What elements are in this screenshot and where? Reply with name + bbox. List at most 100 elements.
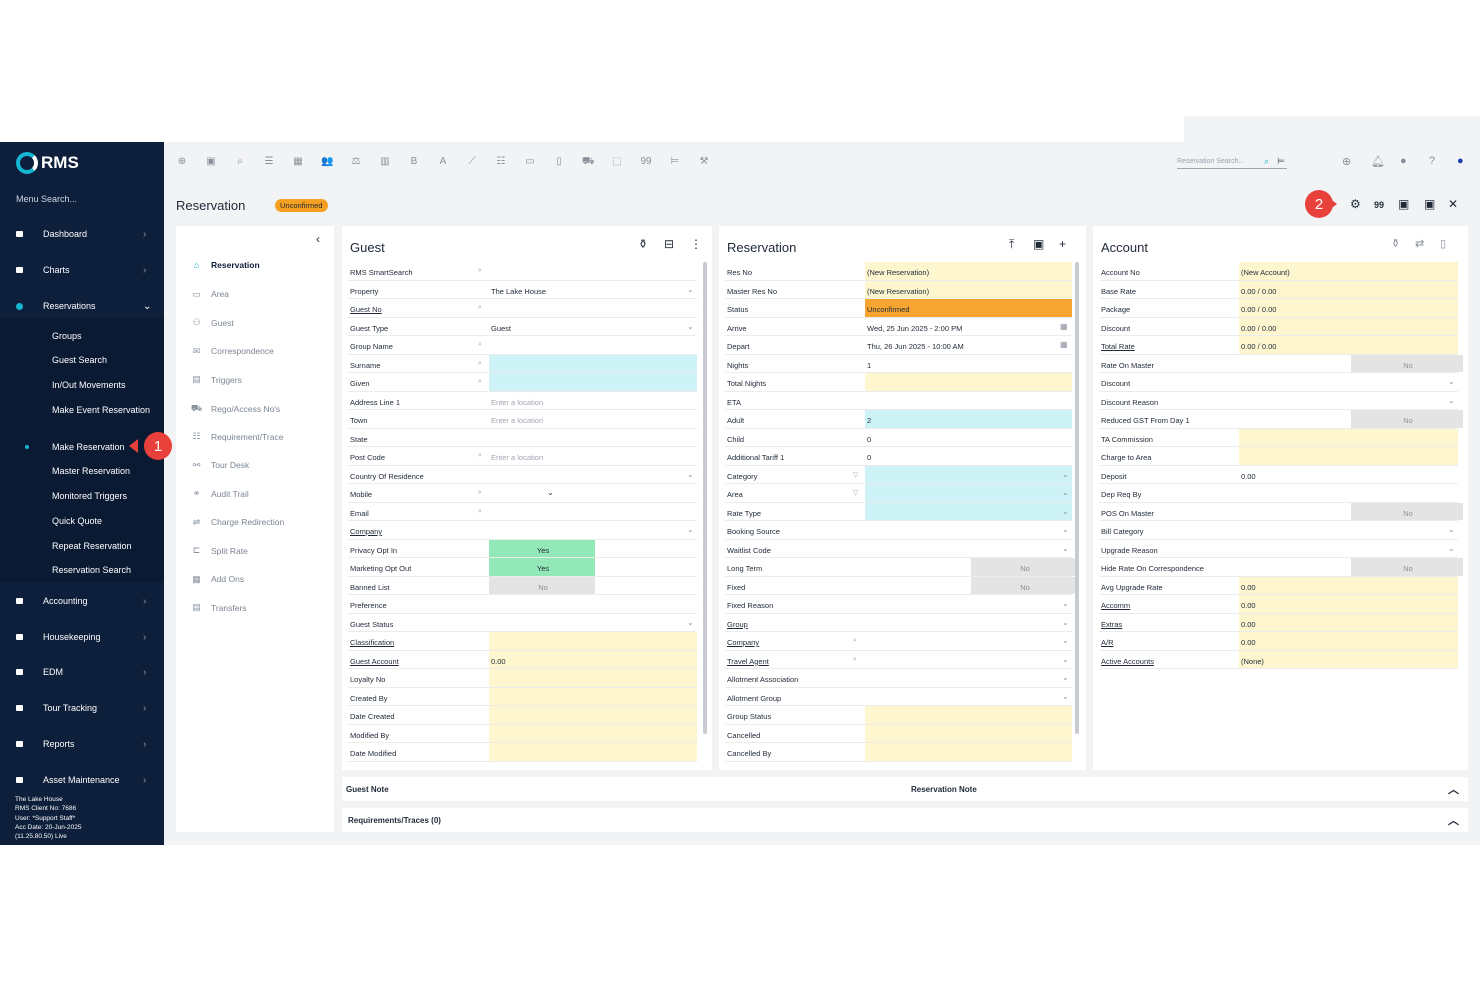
cart-icon[interactable]: ⛟: [582, 156, 595, 169]
toggle-switch[interactable]: No: [971, 576, 1077, 594]
field-input[interactable]: [1239, 540, 1458, 558]
field-input[interactable]: (New Reservation): [865, 280, 1072, 298]
section-nav-item[interactable]: ⚭ Audit Trail: [190, 488, 249, 499]
field-input[interactable]: Thu, 26 Jun 2025 - 10:00 AM: [865, 336, 1072, 354]
guest-scrollbar[interactable]: [703, 262, 707, 734]
field-input[interactable]: [865, 502, 1072, 520]
field-input[interactable]: [489, 336, 697, 354]
search-icon[interactable]: ⌕: [478, 360, 482, 368]
tag-icon[interactable]: ⬚: [611, 156, 623, 167]
chevron-down-icon[interactable]: ⌄: [547, 488, 554, 497]
field-input[interactable]: [489, 743, 697, 761]
field-input[interactable]: [865, 706, 1072, 724]
field-input[interactable]: [865, 392, 1072, 410]
field-input[interactable]: 0.00: [1239, 632, 1458, 650]
filter-icon[interactable]: ▽: [853, 489, 858, 497]
field-input[interactable]: [1239, 392, 1458, 410]
chat-icon[interactable]: ●: [1400, 155, 1407, 167]
sidebar-item-reports[interactable]: Reports ›: [0, 732, 164, 756]
menu-search-input[interactable]: Menu Search...: [16, 194, 77, 204]
bell-icon[interactable]: 🔔︎: [1371, 155, 1385, 168]
field-input[interactable]: 0: [865, 447, 1072, 465]
field-input[interactable]: [489, 614, 697, 632]
section-nav-item[interactable]: ▤ Triggers: [190, 374, 242, 385]
field-input[interactable]: (New Reservation): [865, 262, 1072, 280]
chevron-down-icon[interactable]: ⌄: [1062, 655, 1069, 664]
submenu-item[interactable]: In/Out Movements: [52, 379, 152, 391]
chevron-down-icon[interactable]: ⌄: [687, 470, 694, 479]
submenu-item[interactable]: Master Reservation: [52, 465, 152, 477]
filter-icon[interactable]: ▽: [853, 471, 858, 479]
chevron-down-icon[interactable]: ⌄: [1448, 377, 1455, 386]
users-icon[interactable]: 👥: [321, 156, 333, 167]
chevron-down-icon[interactable]: ⌄: [687, 285, 694, 294]
field-input[interactable]: [489, 632, 697, 650]
chevron-down-icon[interactable]: ⌄: [1448, 396, 1455, 405]
add-icon[interactable]: +: [1059, 237, 1066, 251]
chevron-down-icon[interactable]: ⌄: [1448, 544, 1455, 553]
search-icon[interactable]: ⌕: [853, 637, 857, 645]
close-icon[interactable]: ✕: [1448, 197, 1458, 211]
search-icon[interactable]: ⌕: [478, 508, 482, 516]
field-input[interactable]: The Lake House: [489, 281, 697, 299]
toggle-switch[interactable]: Yes: [489, 558, 595, 576]
field-input[interactable]: [865, 595, 1072, 613]
document-icon[interactable]: ▯: [1440, 237, 1446, 250]
field-label[interactable]: Guest No: [350, 305, 382, 314]
toggle-switch[interactable]: No: [1351, 558, 1463, 576]
notes-bar[interactable]: Guest Note Reservation Note ︿: [342, 777, 1468, 801]
field-input[interactable]: [865, 614, 1072, 632]
field-input[interactable]: Enter a location: [489, 392, 697, 410]
guest-card-icon[interactable]: ⊟: [664, 237, 674, 251]
help-icon[interactable]: ?: [1429, 155, 1435, 167]
field-input[interactable]: Enter a location: [489, 447, 697, 465]
field-input[interactable]: [865, 743, 1072, 761]
field-input[interactable]: [1239, 484, 1458, 502]
search-icon[interactable]: ⌕: [853, 656, 857, 664]
chevron-down-icon[interactable]: ⌄: [1062, 507, 1069, 516]
toggle-switch[interactable]: No: [489, 576, 595, 594]
chevron-down-icon[interactable]: ⌄: [1062, 673, 1069, 682]
chevron-down-icon[interactable]: ⌄: [1448, 525, 1455, 534]
chevron-up-icon[interactable]: ︿: [1448, 781, 1459, 797]
search-icon[interactable]: ⌕: [478, 378, 482, 386]
field-input[interactable]: [489, 373, 697, 391]
map-icon[interactable]: ▥: [379, 156, 391, 167]
chevron-down-icon[interactable]: ⌄: [1062, 618, 1069, 627]
money-bag-icon[interactable]: ⚱: [638, 237, 648, 251]
field-input[interactable]: [489, 484, 697, 502]
field-input[interactable]: [489, 687, 697, 705]
rms-logo[interactable]: RMS: [16, 152, 79, 174]
transfer-icon[interactable]: ⇄: [1415, 237, 1424, 250]
user-icon[interactable]: ●: [1457, 155, 1464, 167]
sidebar-item-charts[interactable]: Charts ›: [0, 258, 164, 282]
calendar-icon[interactable]: ▦: [1060, 340, 1068, 349]
save-close-icon[interactable]: ▣: [1424, 197, 1435, 211]
search-icon[interactable]: ⌕: [478, 452, 482, 460]
chevron-down-icon[interactable]: ⌄: [1062, 599, 1069, 608]
search-icon[interactable]: ⌕: [1264, 156, 1269, 167]
reservation-search-input[interactable]: Reservation Search... ⌕ ⊨: [1177, 155, 1287, 169]
field-input[interactable]: 0.00 / 0.00: [1239, 336, 1458, 354]
field-label[interactable]: Company: [727, 638, 759, 647]
section-nav-item[interactable]: ▤ Transfers: [190, 602, 246, 613]
sidebar-item-edm[interactable]: EDM ›: [0, 660, 164, 684]
field-label[interactable]: Classification: [350, 638, 394, 647]
bed-icon[interactable]: ⊨: [1277, 156, 1285, 167]
field-input[interactable]: [1239, 428, 1458, 446]
field-input[interactable]: 0.00 / 0.00: [1239, 299, 1458, 317]
calendar-icon[interactable]: ▦: [1060, 322, 1068, 331]
sidebar-item-asset-maintenance[interactable]: Asset Maintenance ›: [0, 768, 164, 792]
field-input[interactable]: [865, 484, 1072, 502]
submenu-item[interactable]: Guest Search: [52, 354, 152, 366]
search-icon[interactable]: ⌕: [478, 304, 482, 312]
field-input[interactable]: [1239, 373, 1458, 391]
field-input[interactable]: [865, 724, 1072, 742]
field-input[interactable]: [865, 651, 1072, 669]
field-input[interactable]: [489, 669, 697, 687]
bold-b-icon[interactable]: B: [408, 156, 420, 167]
field-label[interactable]: Group: [727, 620, 748, 629]
field-input[interactable]: 0.00: [1239, 613, 1458, 631]
globe-icon[interactable]: ⊕: [1342, 155, 1351, 168]
tools-icon[interactable]: ⚒: [698, 156, 710, 167]
